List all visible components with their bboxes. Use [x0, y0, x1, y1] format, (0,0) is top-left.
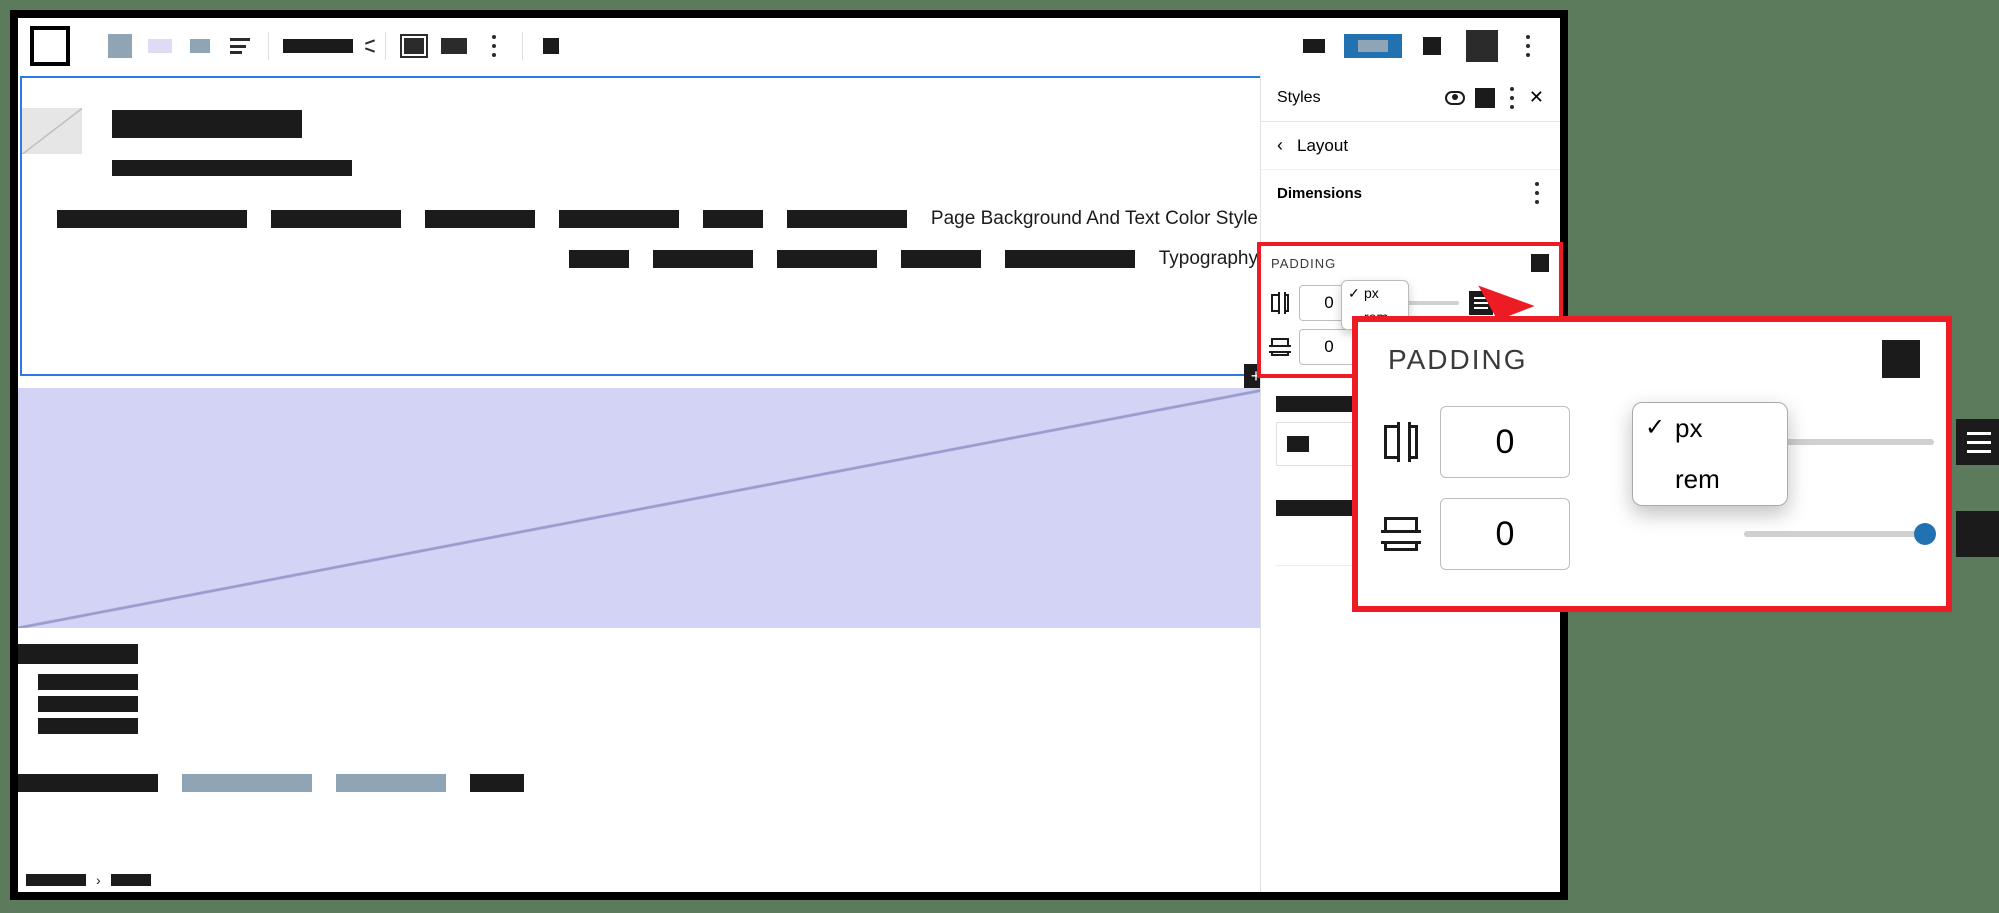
slider-knob[interactable]	[1914, 523, 1936, 545]
nav-row-2: Typography	[569, 248, 1258, 270]
padding-horizontal-input[interactable]: 0	[1440, 498, 1570, 570]
nav-item[interactable]	[653, 250, 753, 268]
nav-item[interactable]	[787, 210, 907, 228]
eye-icon[interactable]	[1445, 91, 1465, 105]
width-full-button[interactable]	[400, 32, 428, 60]
footer-list-item[interactable]	[38, 718, 138, 734]
padding-horizontal-icon	[1271, 338, 1289, 356]
image-placeholder-block[interactable]	[18, 388, 1274, 628]
unit-dropdown[interactable]: px rem	[1632, 402, 1788, 506]
footer-nav-item[interactable]	[18, 774, 158, 792]
site-logo-button[interactable]	[30, 26, 70, 66]
unit-toggle-button[interactable]	[1956, 511, 1999, 557]
footer-heading[interactable]	[18, 644, 138, 664]
block-extra-button[interactable]	[537, 32, 565, 60]
nav-item[interactable]	[57, 210, 247, 228]
section-title: Dimensions	[1277, 185, 1362, 202]
unit-option-rem[interactable]: rem	[1633, 454, 1787, 505]
separator	[522, 32, 523, 60]
panel-nav: ‹ Layout	[1261, 122, 1560, 170]
footer-list-item[interactable]	[38, 674, 138, 690]
nav-item[interactable]	[1005, 250, 1135, 268]
top-toolbar	[18, 18, 1560, 74]
panel-header: Styles ✕	[1261, 74, 1560, 122]
panel-more-button[interactable]	[1505, 87, 1519, 109]
separator	[268, 32, 269, 60]
footer-nav	[18, 774, 524, 792]
unit-option-px[interactable]: px	[1342, 281, 1408, 305]
padding-horizontal-slider[interactable]	[1744, 531, 1934, 537]
editor-canvas[interactable]: Page Background And Text Color Style Typ…	[18, 74, 1274, 868]
link-sides-button[interactable]	[1882, 340, 1920, 378]
padding-vertical-icon	[1384, 425, 1418, 459]
app-inner: Page Background And Text Color Style Typ…	[18, 18, 1560, 892]
breadcrumb-item[interactable]	[111, 874, 151, 886]
site-logo-placeholder[interactable]	[22, 108, 82, 154]
padding-callout-zoom: PADDING 0 0 px rem	[1352, 316, 1952, 612]
settings-toggle-button[interactable]	[1418, 32, 1446, 60]
block-type-button[interactable]	[106, 32, 134, 60]
nav-item-text[interactable]: Typography	[1159, 248, 1258, 270]
view-desktop-button[interactable]	[1300, 32, 1328, 60]
breadcrumb-item[interactable]	[26, 874, 86, 886]
link-sides-button[interactable]	[1531, 254, 1549, 272]
footer-list-item[interactable]	[38, 696, 138, 712]
chevron-updown-icon[interactable]	[363, 39, 377, 53]
close-icon[interactable]: ✕	[1529, 87, 1544, 108]
nav-item[interactable]	[559, 210, 679, 228]
more-options-button[interactable]	[480, 32, 508, 60]
footer-nav-item[interactable]	[182, 774, 312, 792]
nav-item-text[interactable]: Page Background And Text Color Style	[931, 208, 1258, 230]
layout-option-1[interactable]	[146, 32, 174, 60]
padding-horizontal-row: 0	[1384, 498, 1999, 570]
nav-item[interactable]	[271, 210, 401, 228]
save-button[interactable]	[1344, 34, 1402, 58]
footer-nav-item[interactable]	[336, 774, 446, 792]
site-tagline-placeholder[interactable]	[112, 160, 352, 176]
nav-item[interactable]	[703, 210, 763, 228]
padding-vertical-input[interactable]: 0	[1440, 406, 1570, 478]
app-frame: Page Background And Text Color Style Typ…	[10, 10, 1568, 900]
footer-nav-item[interactable]	[470, 774, 524, 792]
selected-block-outline[interactable]: Page Background And Text Color Style Typ…	[20, 76, 1270, 376]
padding-label: PADDING	[1388, 344, 1528, 376]
layout-option-2[interactable]	[186, 32, 214, 60]
panel-nav-label: Layout	[1297, 136, 1348, 156]
width-wide-button[interactable]	[440, 32, 468, 60]
nav-item[interactable]	[425, 210, 535, 228]
padding-vertical-icon	[1271, 294, 1289, 312]
custom-size-button[interactable]	[1956, 419, 1999, 465]
back-button[interactable]: ‹	[1277, 135, 1283, 156]
padding-horizontal-input[interactable]: 0	[1299, 329, 1359, 365]
nav-item[interactable]	[569, 250, 629, 268]
align-button[interactable]	[226, 32, 254, 60]
padding-horizontal-icon	[1384, 517, 1418, 551]
block-breadcrumb: ›	[26, 868, 151, 892]
nav-item[interactable]	[901, 250, 981, 268]
styles-toggle-button[interactable]	[1466, 30, 1498, 62]
chevron-right-icon: ›	[96, 872, 101, 888]
section-more-button[interactable]	[1530, 182, 1544, 204]
more-menu-button[interactable]	[1514, 32, 1542, 60]
footer-list	[38, 674, 138, 734]
separator	[385, 32, 386, 60]
nav-item[interactable]	[777, 250, 877, 268]
panel-title: Styles	[1277, 89, 1435, 107]
style-book-button[interactable]	[1475, 88, 1495, 108]
toolbar-right	[1294, 30, 1548, 62]
site-title-placeholder[interactable]	[112, 110, 302, 138]
nav-row-1: Page Background And Text Color Style	[57, 208, 1258, 230]
dimensions-section-header: Dimensions	[1261, 170, 1560, 210]
padding-label: PADDING	[1271, 256, 1336, 271]
toolbar-label	[283, 39, 353, 53]
unit-option-px[interactable]: px	[1633, 403, 1787, 454]
